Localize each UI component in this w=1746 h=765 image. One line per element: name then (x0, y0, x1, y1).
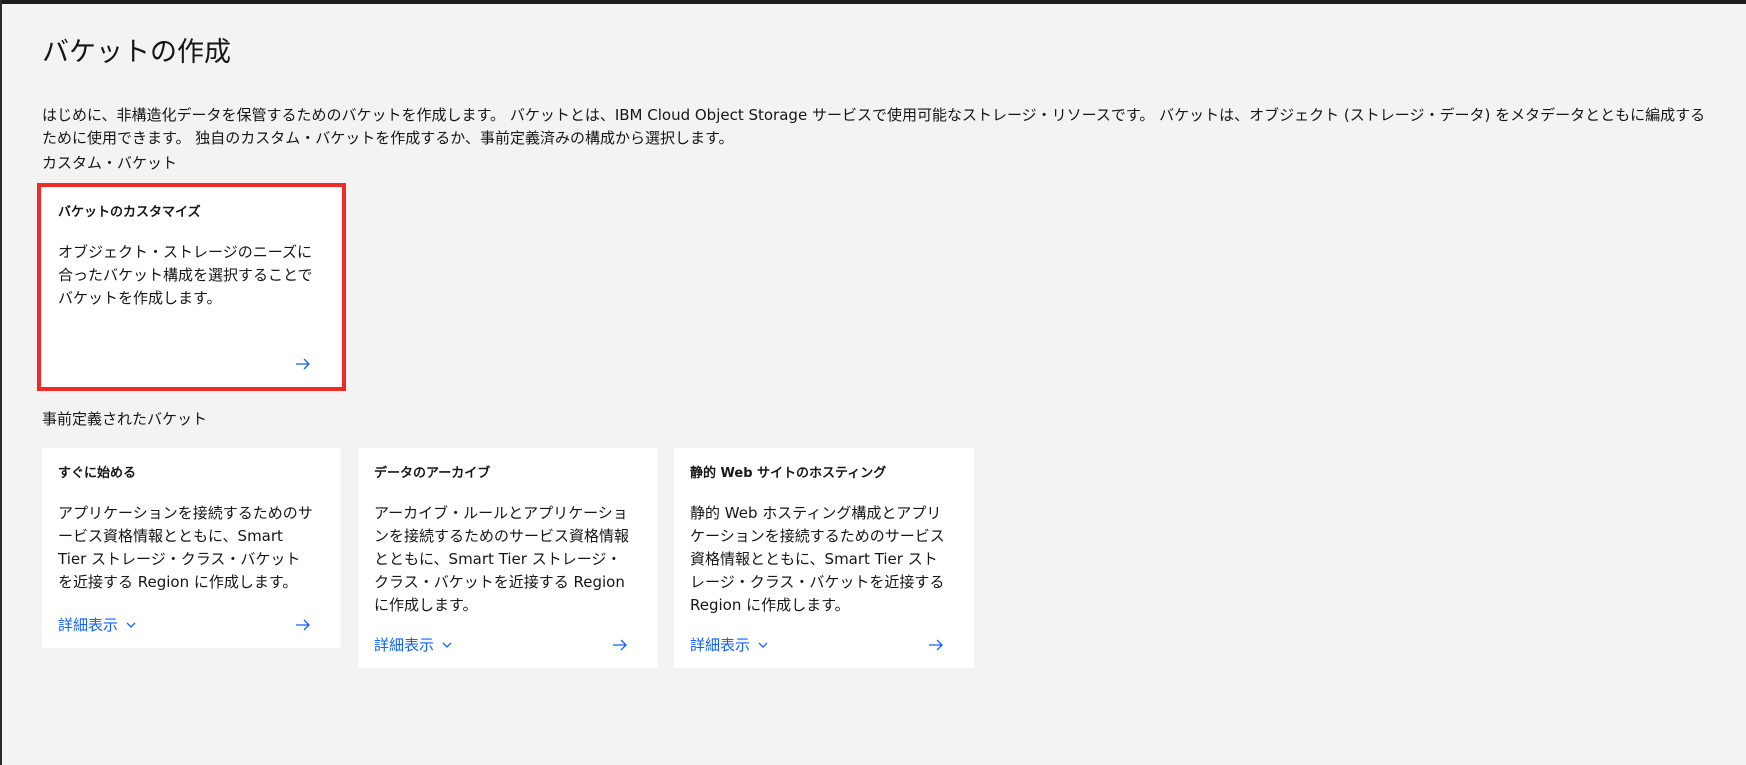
tile-footer: 詳細表示 (690, 634, 944, 656)
tile-title: 静的 Web サイトのホスティング (690, 466, 887, 481)
tile-footer (58, 353, 311, 375)
tile-title: データのアーカイブ (374, 466, 491, 481)
intro-text: はじめに、非構造化データを保管するためのバケットを作成します。 バケットとは、I… (42, 106, 1706, 147)
show-details-label: 詳細表示 (374, 636, 435, 654)
tile-description: アプリケーションを接続するためのサービス資格情報とともに、Smart Tier … (58, 504, 313, 591)
tile-description: オブジェクト・ストレージのニーズに合ったバケット構成を選択することでバケットを作… (58, 243, 313, 307)
page-title: バケットの作成 (42, 37, 231, 68)
show-details-label: 詳細表示 (58, 616, 119, 634)
quick-start-tile[interactable]: すぐに始める アプリケーションを接続するためのサービス資格情報とともに、Smar… (42, 448, 341, 648)
left-edge (0, 0, 2, 765)
tile-title: すぐに始める (58, 466, 137, 481)
chevron-down-icon (442, 642, 452, 648)
chevron-down-icon (126, 622, 136, 628)
predefined-bucket-section-label: 事前定義されたバケット (42, 410, 208, 428)
show-details-link[interactable]: 詳細表示 (374, 634, 452, 656)
tile-description: 静的 Web ホスティング構成とアプリケーションを接続するためのサービス資格情報… (690, 504, 945, 614)
arrow-right-icon[interactable] (295, 618, 311, 632)
top-bar (0, 0, 1746, 4)
show-details-link[interactable]: 詳細表示 (690, 634, 768, 656)
custom-bucket-section-label: カスタム・バケット (42, 154, 178, 172)
tile-description: アーカイブ・ルールとアプリケーションを接続するためのサービス資格情報とともに、S… (374, 504, 630, 614)
arrow-right-icon[interactable] (928, 638, 944, 652)
arrow-right-icon[interactable] (612, 638, 628, 652)
tile-footer: 詳細表示 (58, 614, 311, 636)
show-details-link[interactable]: 詳細表示 (58, 614, 136, 636)
tile-footer: 詳細表示 (374, 634, 628, 656)
archive-data-tile[interactable]: データのアーカイブ アーカイブ・ルールとアプリケーションを接続するためのサービス… (358, 448, 658, 668)
chevron-down-icon (758, 642, 768, 648)
show-details-label: 詳細表示 (690, 636, 751, 654)
arrow-right-icon[interactable] (295, 357, 311, 371)
customize-bucket-tile[interactable]: バケットのカスタマイズ オブジェクト・ストレージのニーズに合ったバケット構成を選… (42, 187, 341, 387)
tile-title: バケットのカスタマイズ (58, 205, 201, 220)
static-website-hosting-tile[interactable]: 静的 Web サイトのホスティング 静的 Web ホスティング構成とアプリケーシ… (674, 448, 974, 668)
